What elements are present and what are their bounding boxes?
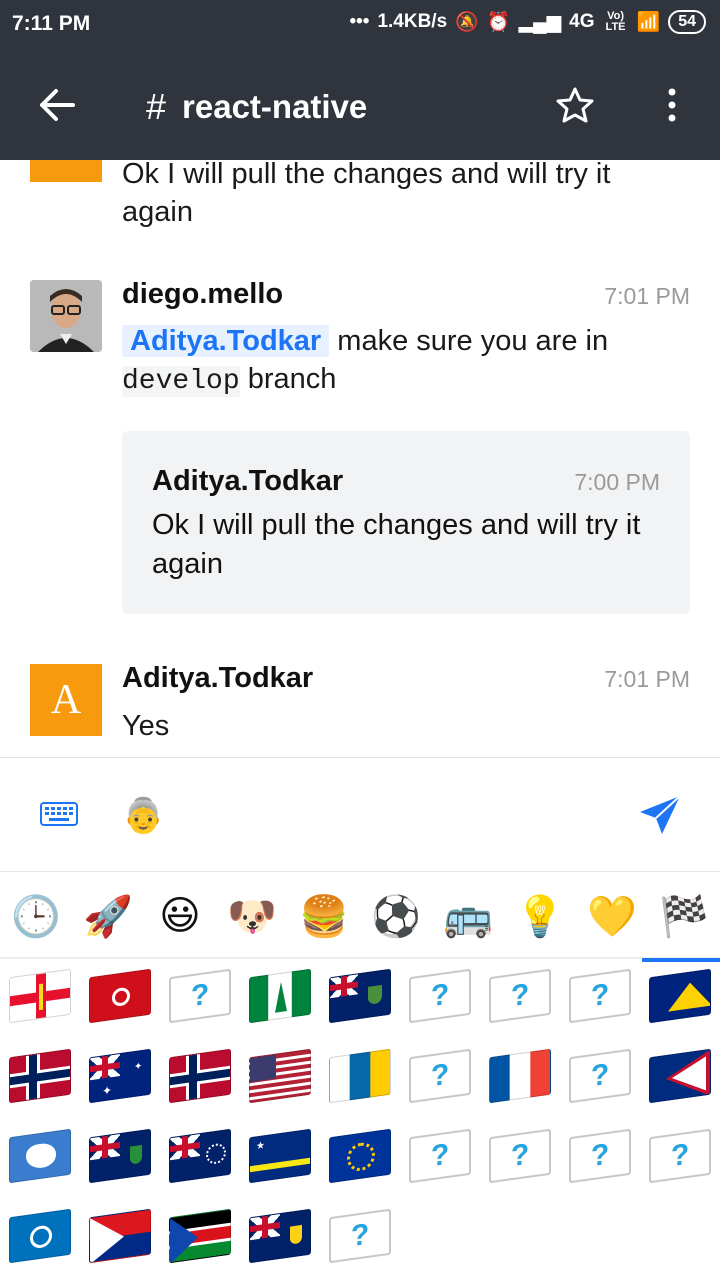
wifi-icon: 📶 [636,12,661,33]
quote-time: 7:00 PM [574,469,660,495]
unknown-flag-icon[interactable]: ? [649,1128,711,1184]
app-header: 7:11 PM ••• 1.4KB/s 🔕 ⏰ ▂▄▆ 4G Vo) LTE 📶… [0,0,720,160]
keyboard-button[interactable] [40,802,78,831]
inline-code: develop [122,366,240,397]
network-speed: 1.4KB/s [377,11,448,32]
favorite-button[interactable] [550,80,600,130]
curacao-flag-icon[interactable]: ★ [249,1128,311,1184]
tab-flags[interactable]: 🏁 [642,890,720,962]
message-composer: 👵 [0,757,720,871]
status-bar: 7:11 PM ••• 1.4KB/s 🔕 ⏰ ▂▄▆ 4G Vo) LTE 📶… [0,0,720,50]
volte-label: Vo) LTE [605,10,626,33]
svalbard-flag-icon[interactable] [169,1048,231,1104]
tab-travel[interactable]: 🚀 [80,890,136,942]
american-samoa-flag-icon[interactable] [649,1048,711,1104]
alarm-icon: ⏰ [486,12,511,33]
user-photo-icon [30,280,102,352]
australia-flag-icon[interactable]: ✦ ✦ [89,1048,151,1104]
message-time: 7:01 PM [604,283,690,309]
emoji-category-tabs: 🕒 🚀 😃 🐶 🍔 ⚽ 🚌 💡 💛 🏁 [0,871,720,962]
tab-food[interactable]: 🍔 [296,890,352,942]
keyboard-icon [40,802,78,826]
quoted-message[interactable]: Aditya.Todkar 7:00 PM Ok I will pull the… [122,431,690,614]
unknown-flag-icon[interactable]: ? [569,1048,631,1104]
avatar[interactable] [30,160,102,182]
unknown-flag-icon[interactable]: ? [569,968,631,1024]
guernsey-flag-icon[interactable] [9,968,71,1024]
south-sudan-flag-icon[interactable] [169,1208,231,1264]
unknown-flag-icon[interactable]: ? [409,968,471,1024]
message-text: Aditya.Todkar make sure you are in devel… [122,325,609,397]
tab-recent[interactable]: 🕒 [8,890,64,942]
user-mention[interactable]: Aditya.Todkar [122,325,330,357]
pitcairn-flag-icon[interactable] [329,968,391,1024]
turks-and-caicos-flag-icon[interactable] [249,1208,311,1264]
mute-icon: 🔕 [455,12,479,33]
more-dots-icon: ••• [349,11,370,32]
tab-animals[interactable]: 🐶 [224,890,280,942]
isle-of-man-flag-icon[interactable] [89,968,151,1024]
canary-islands-flag-icon[interactable] [329,1048,391,1104]
norway-flag-icon[interactable] [9,1048,71,1104]
send-icon [640,795,681,834]
european-union-flag-icon[interactable] [329,1128,391,1184]
signal-icon: ▂▄▆ [518,11,562,33]
message-list[interactable]: Ok I will pull the changes and will try … [0,160,720,757]
hashtag-icon: # [146,86,167,127]
channel-name: react-native [182,88,368,125]
sint-maarten-flag-icon[interactable] [89,1208,151,1264]
norfolk-island-flag-icon[interactable] [249,968,311,1024]
france-flag-icon[interactable] [489,1048,551,1104]
british-virgin-islands-flag-icon[interactable] [89,1128,151,1184]
message-username[interactable]: diego.mello [122,278,283,311]
tokelau-flag-icon[interactable] [649,968,711,1024]
emoji-button[interactable]: 👵 [122,796,164,836]
battery-indicator: 54 [668,10,706,34]
unknown-flag-icon[interactable]: ? [169,968,231,1024]
unknown-flag-icon[interactable]: ? [569,1128,631,1184]
antarctica-flag-icon[interactable] [9,1128,71,1184]
message-time: 7:01 PM [604,666,690,692]
channel-title[interactable]: # react-native [146,86,367,128]
quote-text: Ok I will pull the changes and will try … [152,509,641,580]
message-text: Yes [122,710,170,742]
tab-symbols[interactable]: 💛 [584,890,640,942]
unknown-flag-icon[interactable]: ? [329,1208,391,1264]
kebab-menu-icon [668,88,676,122]
message-username[interactable]: Aditya.Todkar [122,662,313,695]
unknown-flag-icon[interactable]: ? [409,1048,471,1104]
network-type: 4G [569,11,595,32]
quote-username: Aditya.Todkar [152,465,344,497]
star-icon [556,87,594,123]
avatar[interactable] [30,280,102,352]
tab-activity[interactable]: ⚽ [368,890,424,942]
emoji-grid: ? ? ? ? ✦ ✦ ? ? ★ ? ? ? ? ? [0,961,720,1280]
united-states-flag-icon[interactable] [249,1048,311,1104]
tab-smileys[interactable]: 😃 [152,890,208,942]
avatar[interactable]: A [30,664,102,736]
unknown-flag-icon[interactable]: ? [489,968,551,1024]
send-button[interactable] [638,794,682,841]
tab-objects[interactable]: 💡 [512,890,568,942]
status-time: 7:11 PM [12,12,91,35]
message-text: Ok I will pull the changes and will try … [122,160,611,228]
unknown-flag-icon[interactable]: ? [489,1128,551,1184]
back-button[interactable] [32,80,82,130]
tab-places[interactable]: 🚌 [440,890,496,942]
back-arrow-icon [40,89,75,121]
northern-mariana-islands-flag-icon[interactable] [9,1208,71,1264]
more-options-button[interactable] [647,80,697,130]
cook-islands-flag-icon[interactable] [169,1128,231,1184]
unknown-flag-icon[interactable]: ? [409,1128,471,1184]
